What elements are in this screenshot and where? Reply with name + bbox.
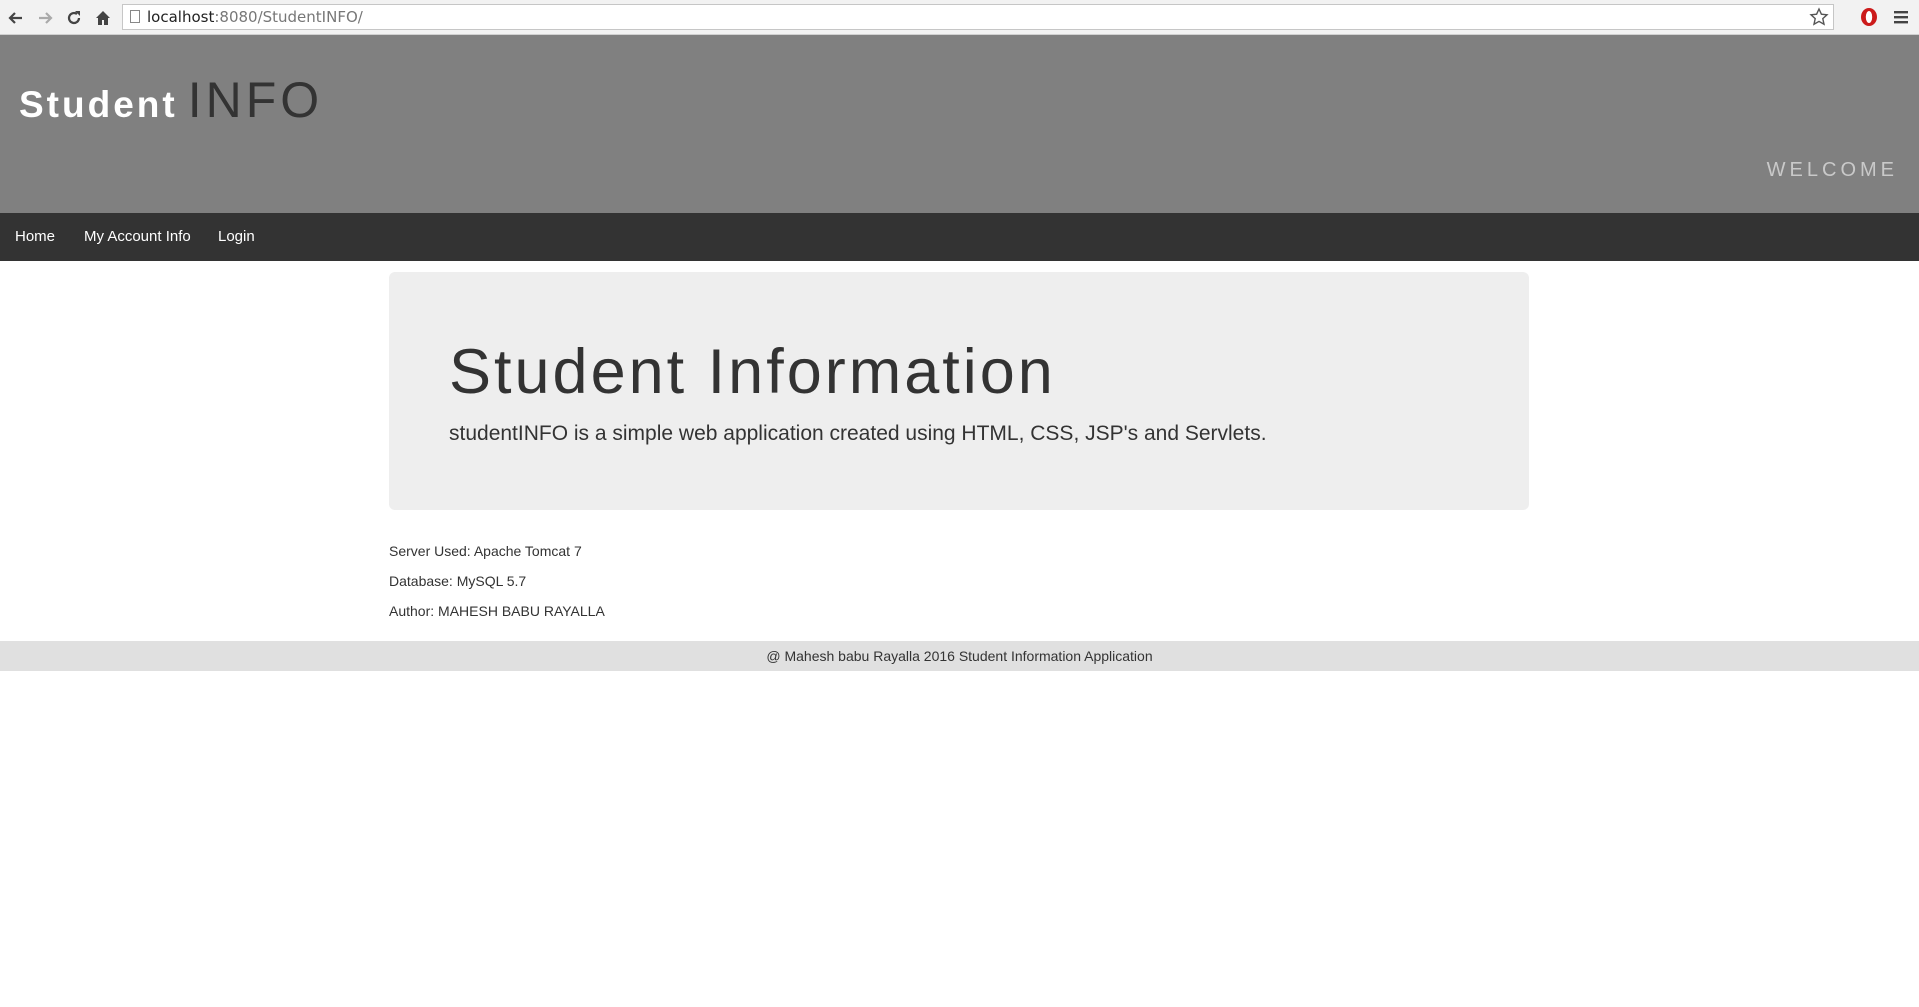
jumbotron: Student Information studentINFO is a sim… bbox=[389, 272, 1529, 510]
nav-my-account-info[interactable]: My Account Info bbox=[84, 213, 191, 261]
welcome-text: WELCOME bbox=[1766, 159, 1898, 181]
reload-icon[interactable] bbox=[62, 6, 86, 30]
opera-icon[interactable] bbox=[1859, 7, 1879, 27]
brand-logo: Student INFO bbox=[19, 71, 323, 129]
database-info: Database: MySQL 5.7 bbox=[389, 573, 527, 589]
browser-toolbar: localhost:8080/StudentINFO/ bbox=[0, 0, 1919, 35]
server-info: Server Used: Apache Tomcat 7 bbox=[389, 543, 582, 559]
menu-icon[interactable] bbox=[1892, 8, 1910, 26]
site-header: Student INFO WELCOME bbox=[0, 35, 1919, 213]
page-icon bbox=[130, 10, 140, 23]
author-info: Author: MAHESH BABU RAYALLA bbox=[389, 603, 605, 619]
footer: @ Mahesh babu Rayalla 2016 Student Infor… bbox=[0, 641, 1919, 671]
top-navigation: Home My Account Info Login bbox=[0, 213, 1919, 261]
brand-part-student: Student bbox=[19, 84, 178, 125]
brand-part-info: INFO bbox=[187, 72, 324, 128]
bookmark-star-icon[interactable] bbox=[1809, 7, 1829, 27]
forward-arrow-icon[interactable] bbox=[33, 6, 57, 30]
nav-login[interactable]: Login bbox=[218, 213, 255, 261]
home-icon[interactable] bbox=[91, 6, 115, 30]
page-title: Student Information bbox=[449, 337, 1056, 407]
page-description: studentINFO is a simple web application … bbox=[449, 422, 1267, 445]
url-text: localhost:8080/StudentINFO/ bbox=[147, 8, 363, 26]
back-arrow-icon[interactable] bbox=[4, 6, 28, 30]
address-bar[interactable]: localhost:8080/StudentINFO/ bbox=[122, 4, 1834, 30]
nav-home[interactable]: Home bbox=[15, 213, 55, 261]
